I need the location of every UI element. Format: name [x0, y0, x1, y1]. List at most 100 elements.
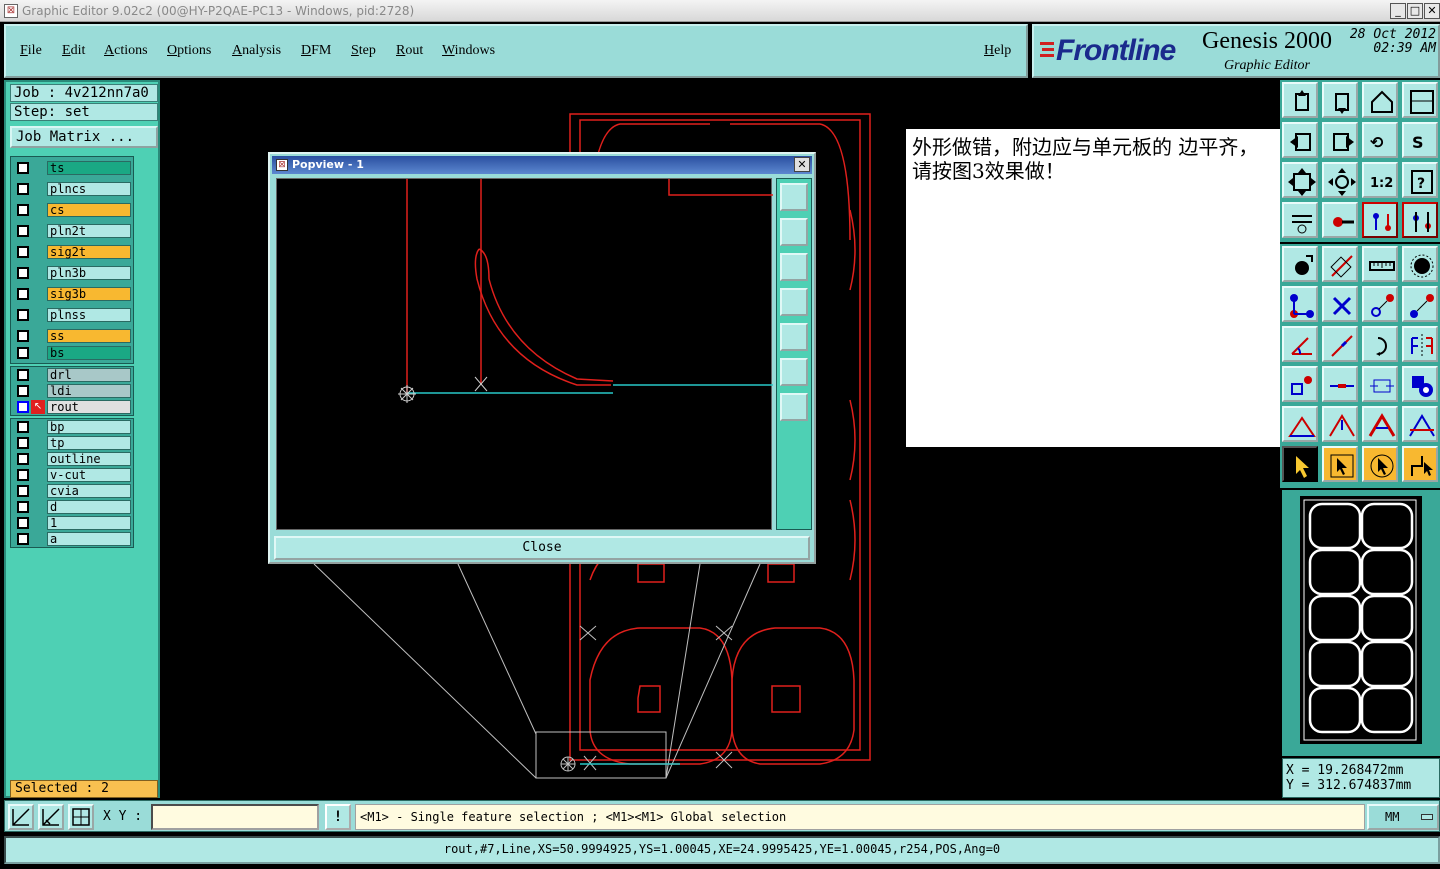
layer-checkbox[interactable]: [17, 347, 29, 359]
layer-checkbox[interactable]: [17, 330, 29, 342]
popview-zoom-icon[interactable]: [780, 393, 808, 421]
ratio-icon[interactable]: 1:2: [1362, 162, 1398, 198]
open-job-icon[interactable]: [1282, 82, 1318, 118]
select2-icon[interactable]: [1322, 446, 1358, 482]
menu-analysis[interactable]: Analysis: [232, 43, 281, 59]
layer-row[interactable]: bp: [11, 419, 135, 435]
layer-checkbox[interactable]: [17, 162, 29, 174]
home-icon[interactable]: [1362, 82, 1398, 118]
popview-pan-up-icon[interactable]: [780, 218, 808, 246]
layer-checkbox[interactable]: [17, 309, 29, 321]
rotate-icon[interactable]: [1362, 326, 1398, 362]
job-matrix-button[interactable]: Job Matrix ...: [10, 126, 158, 148]
layer-row[interactable]: bs: [11, 345, 135, 361]
menu-file[interactable]: File: [20, 43, 42, 59]
move-icon[interactable]: [1362, 286, 1398, 322]
measure-icon[interactable]: [1362, 246, 1398, 282]
popview-pan-right-icon[interactable]: [780, 323, 808, 351]
resize-icon[interactable]: [1322, 326, 1358, 362]
snap-angle-icon[interactable]: [38, 804, 64, 830]
add-circle-icon[interactable]: [1402, 246, 1438, 282]
layer-checkbox[interactable]: [17, 437, 29, 449]
next-step-icon[interactable]: [1322, 122, 1358, 158]
close-window-button[interactable]: ✕: [1424, 3, 1440, 19]
menu-step[interactable]: Step: [351, 43, 376, 59]
layer-checkbox[interactable]: [17, 204, 29, 216]
layer-row[interactable]: 1: [11, 515, 135, 531]
layer-checkbox[interactable]: [17, 421, 29, 433]
layer-row[interactable]: ldi: [11, 383, 135, 399]
layer-row[interactable]: d: [11, 499, 135, 515]
snap-grid-icon[interactable]: [8, 804, 34, 830]
settings-icon[interactable]: [1282, 202, 1318, 238]
layer-checkbox[interactable]: [17, 453, 29, 465]
prev-step-icon[interactable]: [1282, 122, 1318, 158]
layer-row[interactable]: ts: [11, 160, 135, 176]
layer-checkbox[interactable]: [17, 267, 29, 279]
layer-row[interactable]: outline: [11, 451, 135, 467]
popview-pan-down-icon[interactable]: [780, 253, 808, 281]
zoom-fit-icon[interactable]: [1282, 162, 1318, 198]
menu-windows[interactable]: Windows: [442, 43, 495, 59]
select-icon[interactable]: [1282, 446, 1318, 482]
redo-icon[interactable]: S: [1402, 122, 1438, 158]
layer-row[interactable]: tp: [11, 435, 135, 451]
layer-row[interactable]: v-cut: [11, 467, 135, 483]
layer-checkbox[interactable]: [17, 225, 29, 237]
netlist2-icon[interactable]: [1402, 202, 1438, 238]
layer-checkbox[interactable]: [17, 183, 29, 195]
shapes-icon[interactable]: [1402, 366, 1438, 402]
layer-row[interactable]: ss: [11, 328, 135, 344]
alert-button[interactable]: !: [325, 804, 351, 830]
menu-edit[interactable]: Edit: [62, 43, 85, 59]
polygon-icon[interactable]: [1282, 406, 1318, 442]
menu-help[interactable]: Help: [984, 43, 1011, 59]
layer-row-active[interactable]: ↖ rout: [11, 399, 135, 415]
add-line-icon[interactable]: [1322, 246, 1358, 282]
netlist-icon[interactable]: [1362, 202, 1398, 238]
layer-checkbox[interactable]: [17, 485, 29, 497]
layer-checkbox[interactable]: [17, 469, 29, 481]
grid-icon[interactable]: [68, 804, 94, 830]
layer-checkbox[interactable]: [17, 401, 29, 413]
delete-icon[interactable]: [1322, 286, 1358, 322]
snap-icon[interactable]: [1322, 202, 1358, 238]
layer-checkbox[interactable]: [17, 288, 29, 300]
layer-row[interactable]: a: [11, 531, 135, 547]
minimize-button[interactable]: _: [1390, 3, 1406, 19]
popview-zoom-fit-icon[interactable]: [780, 358, 808, 386]
transform-icon[interactable]: [1282, 366, 1318, 402]
window-icon[interactable]: [1402, 82, 1438, 118]
overview-map[interactable]: [1282, 490, 1440, 756]
layer-checkbox[interactable]: [17, 385, 29, 397]
layer-row[interactable]: plnss: [11, 307, 135, 323]
layer-row[interactable]: sig2t: [11, 244, 135, 260]
popview-pan-left-icon[interactable]: [780, 288, 808, 316]
layer-checkbox[interactable]: [17, 246, 29, 258]
layer-row[interactable]: drl: [11, 367, 135, 383]
edit-icon[interactable]: [1282, 326, 1318, 362]
select3-icon[interactable]: [1362, 446, 1398, 482]
layer-row[interactable]: cs: [11, 202, 135, 218]
popview-close-button[interactable]: Close: [274, 536, 810, 560]
copy-icon[interactable]: [1402, 286, 1438, 322]
zoom-center-icon[interactable]: [1322, 162, 1358, 198]
popview-close-x-button[interactable]: ✕: [794, 157, 810, 172]
popview-window-icon[interactable]: [780, 183, 808, 211]
polygon3-icon[interactable]: [1362, 406, 1398, 442]
layer-checkbox[interactable]: [17, 517, 29, 529]
menu-rout[interactable]: Rout: [396, 43, 423, 59]
popview-canvas[interactable]: [276, 178, 773, 530]
add-pad-icon[interactable]: [1282, 246, 1318, 282]
undo-icon[interactable]: ⟲: [1362, 122, 1398, 158]
menu-actions[interactable]: Actions: [104, 43, 148, 59]
polygon2-icon[interactable]: [1322, 406, 1358, 442]
route-icon[interactable]: [1402, 446, 1438, 482]
layer-checkbox[interactable]: [17, 369, 29, 381]
layer-row[interactable]: pln3b: [11, 265, 135, 281]
menu-dfm[interactable]: DFM: [301, 43, 331, 59]
maximize-button[interactable]: □: [1407, 3, 1423, 19]
dim-icon[interactable]: [1362, 366, 1398, 402]
layer-checkbox[interactable]: [17, 533, 29, 545]
layer-row[interactable]: sig3b: [11, 286, 135, 302]
